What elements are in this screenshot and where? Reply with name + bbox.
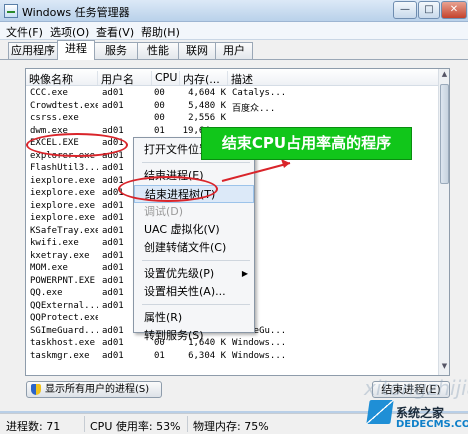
status-cpu-usage: CPU 使用率: 53% bbox=[90, 420, 181, 433]
watermark-faint-text: xitongzhijia bbox=[364, 376, 468, 400]
show-all-users-button[interactable]: 显示所有用户的进程(S) bbox=[26, 381, 162, 398]
watermark-url: DEDECMS.COM bbox=[396, 419, 468, 430]
windows-logo-icon bbox=[366, 400, 394, 424]
watermark: xitongzhijia 系统之家 DEDECMS.COM bbox=[362, 374, 468, 434]
callout-label: 结束CPU占用率高的程序 bbox=[201, 127, 412, 160]
tab-processes[interactable]: 进程 bbox=[57, 40, 95, 60]
annotation-arrow bbox=[221, 159, 291, 182]
uac-shield-icon bbox=[31, 384, 41, 395]
show-all-users-label: 显示所有用户的进程(S) bbox=[45, 384, 150, 395]
status-process-count: 进程数: 71 bbox=[6, 420, 61, 433]
status-memory: 物理内存: 75% bbox=[193, 420, 269, 433]
